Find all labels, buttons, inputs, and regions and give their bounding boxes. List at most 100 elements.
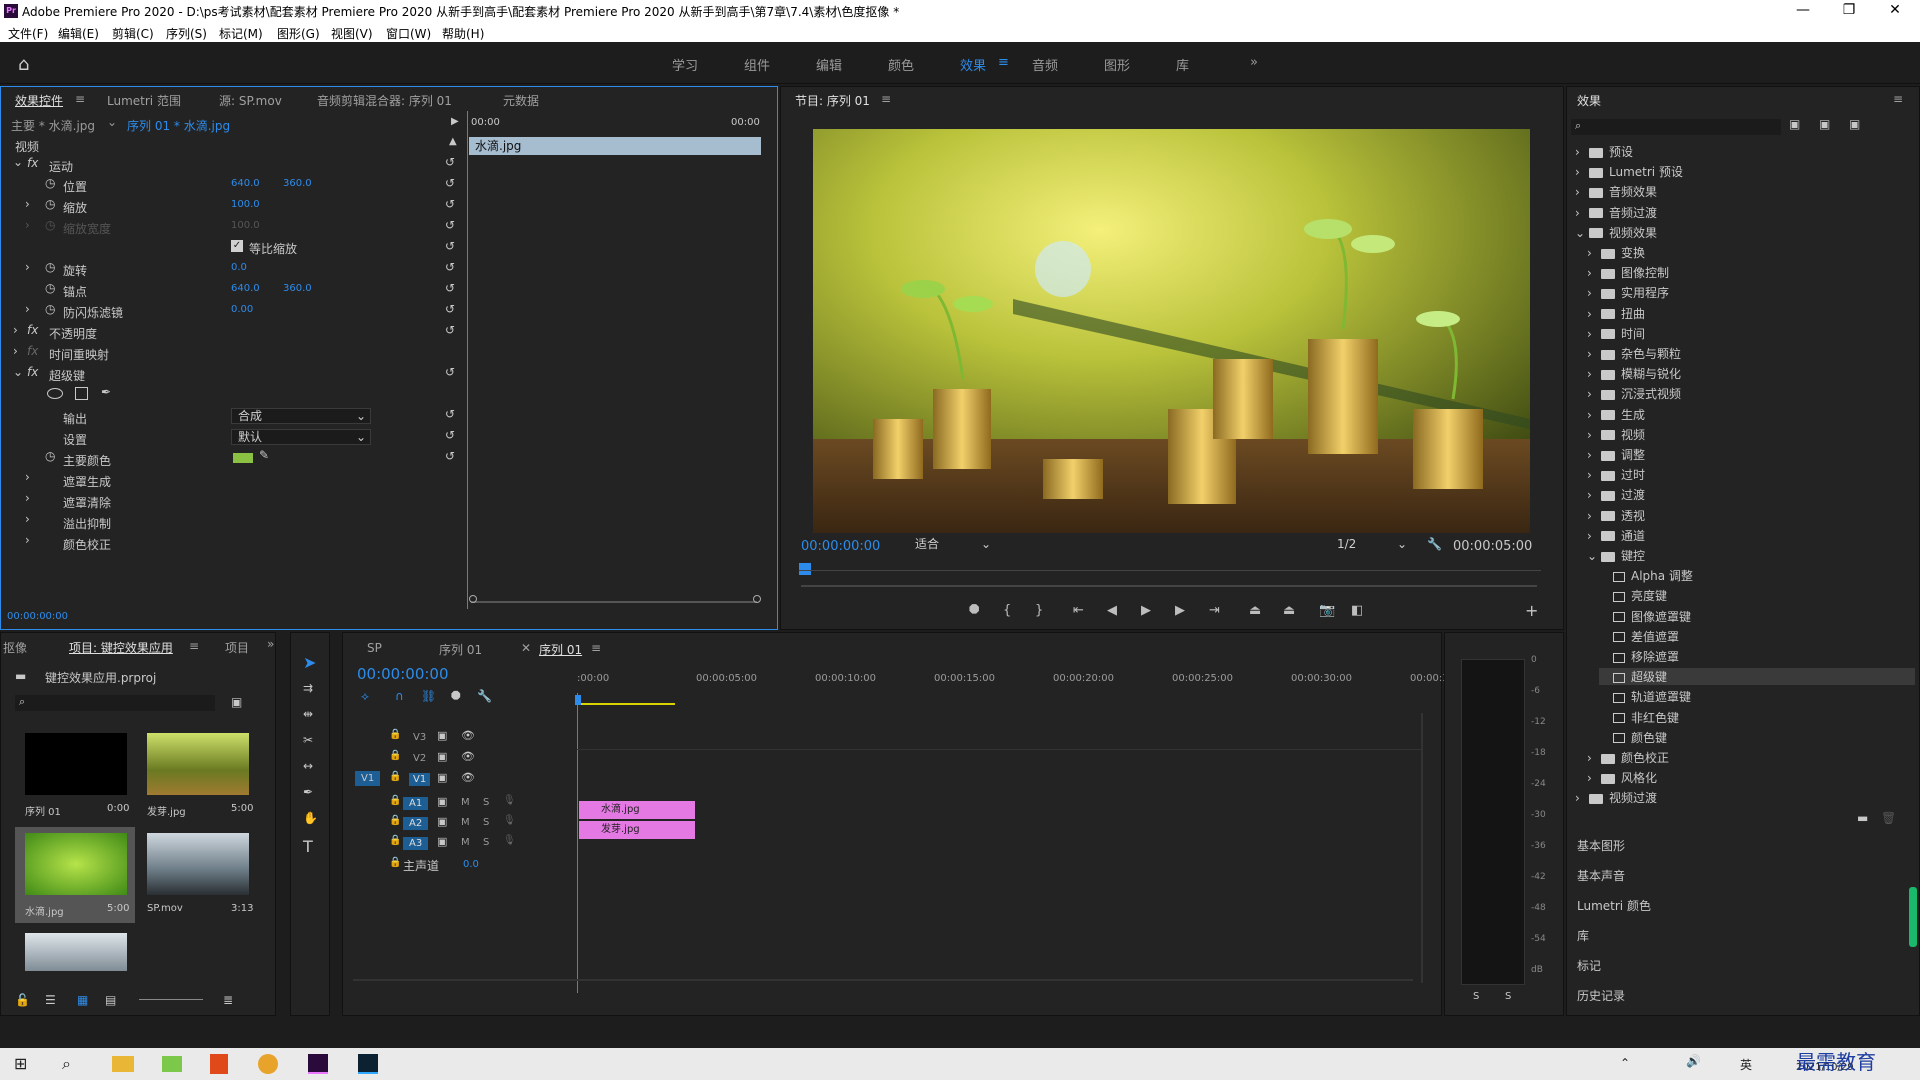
expand-icon[interactable]: › bbox=[1587, 286, 1601, 300]
panel-menu-icon[interactable]: ≡ bbox=[1893, 92, 1903, 106]
reset-icon[interactable]: ↺ bbox=[445, 155, 455, 169]
timeline-playhead[interactable] bbox=[577, 693, 578, 993]
track-label[interactable]: A1 bbox=[403, 797, 429, 810]
go-to-in-icon[interactable]: ⇤ bbox=[1073, 603, 1084, 618]
sync-lock-icon[interactable]: ▣ bbox=[437, 795, 447, 808]
expand-icon[interactable]: › bbox=[1587, 347, 1601, 361]
expand-icon[interactable]: › bbox=[1575, 791, 1589, 805]
expand-icon[interactable]: › bbox=[25, 512, 30, 526]
expand-icon[interactable]: › bbox=[13, 323, 18, 337]
expand-icon[interactable]: › bbox=[25, 302, 30, 316]
track-label[interactable]: A3 bbox=[403, 837, 429, 850]
stopwatch-icon[interactable]: ◷ bbox=[45, 176, 55, 190]
solo-right-button[interactable]: S bbox=[1505, 991, 1511, 1002]
compare-view-icon[interactable]: ◧ bbox=[1351, 603, 1363, 618]
scroll-up-icon[interactable]: ▲ bbox=[449, 136, 457, 147]
mic-icon[interactable]: 🎙 bbox=[503, 835, 516, 846]
effects-tree-item[interactable]: › 风格化 bbox=[1587, 769, 1657, 786]
lock-icon[interactable]: 🔒 bbox=[389, 857, 401, 868]
menu-clip[interactable]: 剪辑(C) bbox=[112, 25, 154, 42]
program-video-frame[interactable] bbox=[813, 129, 1530, 533]
wrench-icon[interactable]: 🔧 bbox=[1427, 537, 1442, 551]
reset-icon[interactable]: ↺ bbox=[445, 197, 455, 211]
effects-tree-item[interactable]: › Lumetri 预设 bbox=[1575, 163, 1683, 180]
menu-edit[interactable]: 编辑(E) bbox=[58, 25, 99, 42]
ec-scrollbar[interactable] bbox=[471, 601, 757, 603]
effects-tree-item[interactable]: › 时间 bbox=[1587, 325, 1645, 342]
program-zoom-bar[interactable] bbox=[801, 585, 1537, 587]
snap-icon[interactable]: ∩ bbox=[395, 689, 404, 703]
effects-tree-item[interactable]: › 透视 bbox=[1587, 507, 1645, 524]
key-color-swatch[interactable] bbox=[233, 453, 253, 463]
workspace-graphics[interactable]: 图形 bbox=[1104, 55, 1130, 74]
mute-button[interactable]: M bbox=[461, 797, 470, 808]
section-essential-sound[interactable]: 基本声音 bbox=[1577, 867, 1625, 884]
section-essential-graphics[interactable]: 基本图形 bbox=[1577, 837, 1625, 854]
work-area-bar[interactable] bbox=[579, 703, 675, 705]
stopwatch-icon[interactable]: ◷ bbox=[45, 197, 55, 211]
32bit-effects-icon[interactable]: ▣ bbox=[1819, 117, 1830, 131]
rectangle-mask-icon[interactable] bbox=[75, 387, 88, 400]
effects-tree-item[interactable]: 颜色键 bbox=[1599, 729, 1667, 746]
windows-start-icon[interactable]: ⊞ bbox=[14, 1054, 27, 1073]
search-icon[interactable]: ⌕ bbox=[62, 1054, 71, 1074]
stopwatch-icon[interactable]: ◷ bbox=[45, 302, 55, 316]
lock-icon[interactable]: 🔓 bbox=[15, 993, 30, 1007]
expand-icon[interactable]: › bbox=[1587, 509, 1601, 523]
sync-lock-icon[interactable]: ▣ bbox=[437, 729, 447, 742]
track-label[interactable]: V2 bbox=[409, 752, 430, 765]
expand-arrow-icon[interactable]: ▶ bbox=[451, 116, 459, 127]
stopwatch-icon[interactable]: ◷ bbox=[45, 281, 55, 295]
expand-icon[interactable]: › bbox=[1587, 327, 1601, 341]
lift-icon[interactable]: ⏏ bbox=[1249, 603, 1261, 618]
clip-sprout[interactable]: 发芽.jpg bbox=[579, 821, 695, 839]
tab-menu-icon[interactable]: ≡ bbox=[75, 92, 85, 106]
playhead-handle[interactable] bbox=[575, 695, 581, 705]
collapse-icon[interactable]: ⌄ bbox=[1575, 226, 1589, 240]
eye-icon[interactable]: 👁 bbox=[461, 729, 475, 742]
workspace-effects[interactable]: 效果 bbox=[960, 55, 986, 74]
sprout-thumbnail[interactable] bbox=[147, 733, 249, 795]
expand-icon[interactable]: › bbox=[1587, 751, 1601, 765]
track-label[interactable]: V3 bbox=[409, 731, 430, 744]
menu-window[interactable]: 窗口(W) bbox=[386, 25, 431, 42]
add-button-icon[interactable]: + bbox=[1525, 601, 1538, 620]
panel-menu-icon[interactable]: ≡ bbox=[591, 641, 601, 655]
add-marker-icon[interactable]: ⯃ bbox=[451, 689, 461, 704]
home-icon[interactable]: ⌂ bbox=[18, 54, 29, 75]
effects-tree-item[interactable]: › 生成 bbox=[1587, 406, 1645, 423]
tab-lumetri-scopes[interactable]: Lumetri 范围 bbox=[107, 92, 181, 109]
sync-lock-icon[interactable]: ▣ bbox=[437, 815, 447, 828]
expand-icon[interactable]: › bbox=[25, 470, 30, 484]
scroll-handle[interactable] bbox=[753, 595, 761, 603]
expand-icon[interactable]: › bbox=[1575, 206, 1589, 220]
stopwatch-icon[interactable]: ◷ bbox=[45, 449, 55, 463]
sync-lock-icon[interactable]: ▣ bbox=[437, 771, 447, 784]
more-tabs-icon[interactable]: » bbox=[267, 637, 274, 651]
tab-metadata[interactable]: 元数据 bbox=[503, 92, 539, 109]
tab-audio-mixer[interactable]: 音频剪辑混合器: 序列 01 bbox=[317, 92, 452, 109]
sync-lock-icon[interactable]: ▣ bbox=[437, 835, 447, 848]
effects-tree-item[interactable]: › 杂色与颗粒 bbox=[1587, 345, 1681, 362]
collapse-icon[interactable]: ⌄ bbox=[13, 155, 23, 169]
volume-icon[interactable]: 🔊 bbox=[1686, 1054, 1701, 1068]
menu-sequence[interactable]: 序列(S) bbox=[166, 25, 207, 42]
source-track-v1[interactable]: V1 bbox=[355, 771, 381, 786]
section-markers[interactable]: 标记 bbox=[1577, 957, 1601, 974]
position-x-value[interactable]: 640.0 bbox=[231, 178, 260, 189]
workspace-menu-icon[interactable]: ≡ bbox=[998, 55, 1009, 70]
program-ruler[interactable] bbox=[799, 563, 1541, 571]
reset-icon[interactable]: ↺ bbox=[445, 407, 455, 421]
rotation-value[interactable]: 0.0 bbox=[231, 262, 247, 273]
tab-effect-controls[interactable]: 效果控件 bbox=[15, 92, 63, 109]
stopwatch-icon[interactable]: ◷ bbox=[45, 260, 55, 274]
expand-icon[interactable]: › bbox=[1587, 448, 1601, 462]
tab-source[interactable]: 源: SP.mov bbox=[219, 92, 282, 109]
premiere-taskbar-icon[interactable] bbox=[308, 1054, 328, 1074]
expand-icon[interactable]: › bbox=[1587, 529, 1601, 543]
tab-project[interactable]: 项目: 键控效果应用 bbox=[69, 639, 173, 656]
expand-icon[interactable]: › bbox=[1587, 408, 1601, 422]
icon-view-icon[interactable]: ▦ bbox=[77, 993, 88, 1007]
effects-tree-item[interactable]: 超级键 bbox=[1599, 668, 1915, 686]
step-forward-icon[interactable]: ▶ bbox=[1175, 603, 1185, 618]
